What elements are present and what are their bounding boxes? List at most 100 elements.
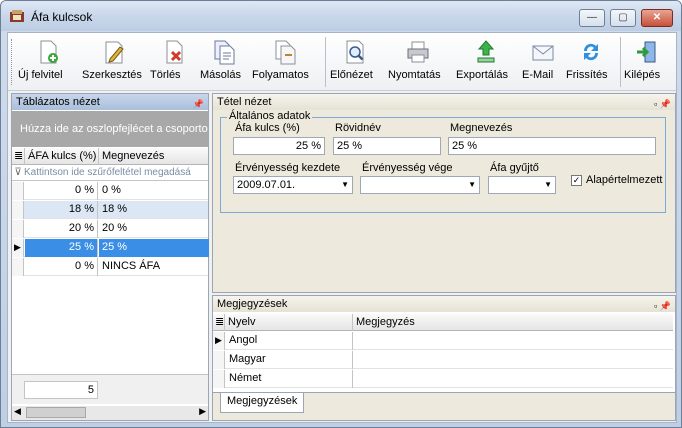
app-icon <box>10 10 24 22</box>
table-row[interactable]: 0 % 0 % <box>12 182 208 200</box>
rate-cell[interactable]: 0 % <box>25 258 98 276</box>
refresh-button[interactable]: Frissítés <box>566 35 616 89</box>
delete-button[interactable]: Törlés <box>150 35 198 89</box>
valid-from-value: 2009.07.01. <box>237 179 296 191</box>
column-header-note[interactable]: Megjegyzés <box>353 314 673 331</box>
title-bar[interactable]: Áfa kulcsok — ▢ ✕ <box>1 1 681 31</box>
afa-rate-field[interactable]: 25 % <box>233 137 325 155</box>
column-header-language[interactable]: Nyelv <box>225 314 353 331</box>
note-cell[interactable] <box>354 351 673 369</box>
name-cell[interactable]: 20 % <box>99 220 209 238</box>
continuous-button[interactable]: Folyamatos <box>252 35 318 89</box>
valid-from-combo[interactable]: 2009.07.01. ▼ <box>233 176 353 194</box>
column-chooser-icon[interactable]: ≣ <box>12 148 25 165</box>
filter-hint: Kattintson ide szűrőfeltétel megadásá <box>24 167 191 178</box>
pin-icon[interactable]: ▫ 📌 <box>654 96 671 112</box>
app-window: Áfa kulcsok — ▢ ✕ Új felvitel Szerkeszté… <box>0 0 682 428</box>
scroll-thumb[interactable] <box>26 407 86 418</box>
filter-row[interactable]: ⊽ Kattintson ide szűrőfeltétel megadásá <box>12 166 208 181</box>
scroll-right-icon[interactable]: ▶ <box>199 406 206 417</box>
table-row[interactable]: 0 % NINCS ÁFA <box>12 258 208 276</box>
export-label: Exportálás <box>456 69 508 81</box>
collector-label: Áfa gyűjtő <box>490 162 539 174</box>
collector-combo[interactable]: ▼ <box>488 176 556 194</box>
table-row[interactable]: 18 % 18 % <box>12 201 208 219</box>
column-header-name[interactable]: Megnevezés <box>99 148 209 165</box>
notes-row[interactable]: Német <box>213 370 673 388</box>
item-view-title: Tétel nézet <box>217 96 272 108</box>
filter-icon: ⊽ <box>14 167 22 178</box>
item-view-panel: Tétel nézet ▫ 📌 Általános adatok Áfa kul… <box>212 93 676 293</box>
group-by-area[interactable]: Húzza ide az oszlopfejlécet a csoportos <box>12 111 208 147</box>
edit-icon <box>105 41 124 64</box>
rate-cell[interactable]: 0 % <box>25 182 98 200</box>
dropdown-arrow-icon[interactable]: ▼ <box>341 177 349 193</box>
column-chooser-icon[interactable]: ≣ <box>213 314 225 331</box>
dropdown-arrow-icon[interactable]: ▼ <box>468 177 476 193</box>
email-button[interactable]: E-Mail <box>522 35 564 89</box>
toolbar-grip[interactable] <box>11 39 14 85</box>
note-cell[interactable] <box>354 370 673 388</box>
new-doc-icon <box>40 40 58 64</box>
name-cell[interactable]: NINCS ÁFA <box>99 258 209 276</box>
rate-cell[interactable]: 20 % <box>25 220 98 238</box>
dropdown-arrow-icon[interactable]: ▼ <box>544 177 552 193</box>
valid-to-label: Érvényesség vége <box>362 162 453 174</box>
exit-button[interactable]: Kilépés <box>624 35 670 89</box>
language-cell[interactable]: Magyar <box>226 351 353 369</box>
maximize-button[interactable]: ▢ <box>610 9 636 27</box>
email-icon <box>532 45 554 61</box>
notes-tab-strip: Megjegyzések <box>213 392 675 420</box>
name-cell[interactable]: 18 % <box>99 201 209 219</box>
tab-notes[interactable]: Megjegyzések <box>220 393 305 413</box>
table-view-panel: Táblázatos nézet 📌 Húzza ide az oszlopfe… <box>11 93 209 421</box>
current-row-arrow-icon: ▶ <box>213 332 225 350</box>
name-cell[interactable]: 25 % <box>99 239 209 257</box>
current-row-arrow-icon: ▶ <box>12 239 24 257</box>
new-label: Új felvitel <box>18 69 63 81</box>
rate-cell[interactable]: 25 % <box>25 239 98 257</box>
valid-to-combo[interactable]: ▼ <box>360 176 480 194</box>
pin-icon[interactable]: 📌 <box>193 96 204 112</box>
preview-button[interactable]: Előnézet <box>330 35 380 89</box>
notes-title: Megjegyzések <box>217 298 288 310</box>
language-cell[interactable]: Angol <box>226 332 353 350</box>
preview-label: Előnézet <box>330 69 373 81</box>
column-header-rate[interactable]: ÁFA kulcs (%) <box>25 148 99 165</box>
export-button[interactable]: Exportálás <box>456 35 516 89</box>
continuous-label: Folyamatos <box>252 69 309 81</box>
new-button[interactable]: Új felvitel <box>18 35 78 89</box>
language-cell[interactable]: Német <box>226 370 353 388</box>
table-view-title: Táblázatos nézet <box>16 96 100 108</box>
window-title: Áfa kulcsok <box>31 10 93 24</box>
edit-button[interactable]: Szerkesztés <box>82 35 146 89</box>
table-view-header: Táblázatos nézet 📌 <box>12 94 208 110</box>
exit-label: Kilépés <box>624 69 661 81</box>
minimize-button[interactable]: — <box>579 9 605 27</box>
table-row[interactable]: 20 % 20 % <box>12 220 208 238</box>
close-button[interactable]: ✕ <box>641 9 673 27</box>
print-button[interactable]: Nyomtatás <box>388 35 448 89</box>
default-checkbox[interactable]: ✓ <box>571 175 582 186</box>
exit-icon <box>637 41 656 63</box>
table-row-selected[interactable]: ▶ 25 % 25 % <box>12 239 209 257</box>
pin-icon[interactable]: ▫ 📌 <box>654 298 671 314</box>
scroll-left-icon[interactable]: ◀ <box>14 406 21 417</box>
name-cell[interactable]: 0 % <box>99 182 209 200</box>
horizontal-scrollbar[interactable]: ◀ ▶ <box>12 406 208 420</box>
row-indicator <box>12 182 24 200</box>
delete-icon <box>166 40 183 64</box>
delete-label: Törlés <box>150 69 181 81</box>
short-name-field[interactable]: 25 % <box>333 137 441 155</box>
notes-header: Megjegyzések ▫ 📌 <box>213 296 675 312</box>
name-label: Megnevezés <box>450 122 513 134</box>
valid-from-label: Érvényesség kezdete <box>235 162 341 174</box>
rate-cell[interactable]: 18 % <box>25 201 98 219</box>
row-indicator <box>12 258 24 276</box>
notes-row[interactable]: ▶ Angol <box>213 332 673 350</box>
name-field[interactable]: 25 % <box>448 137 656 155</box>
notes-row[interactable]: Magyar <box>213 351 673 369</box>
record-count: 5 <box>24 381 98 399</box>
copy-button[interactable]: Másolás <box>200 35 248 89</box>
note-cell[interactable] <box>354 332 673 350</box>
